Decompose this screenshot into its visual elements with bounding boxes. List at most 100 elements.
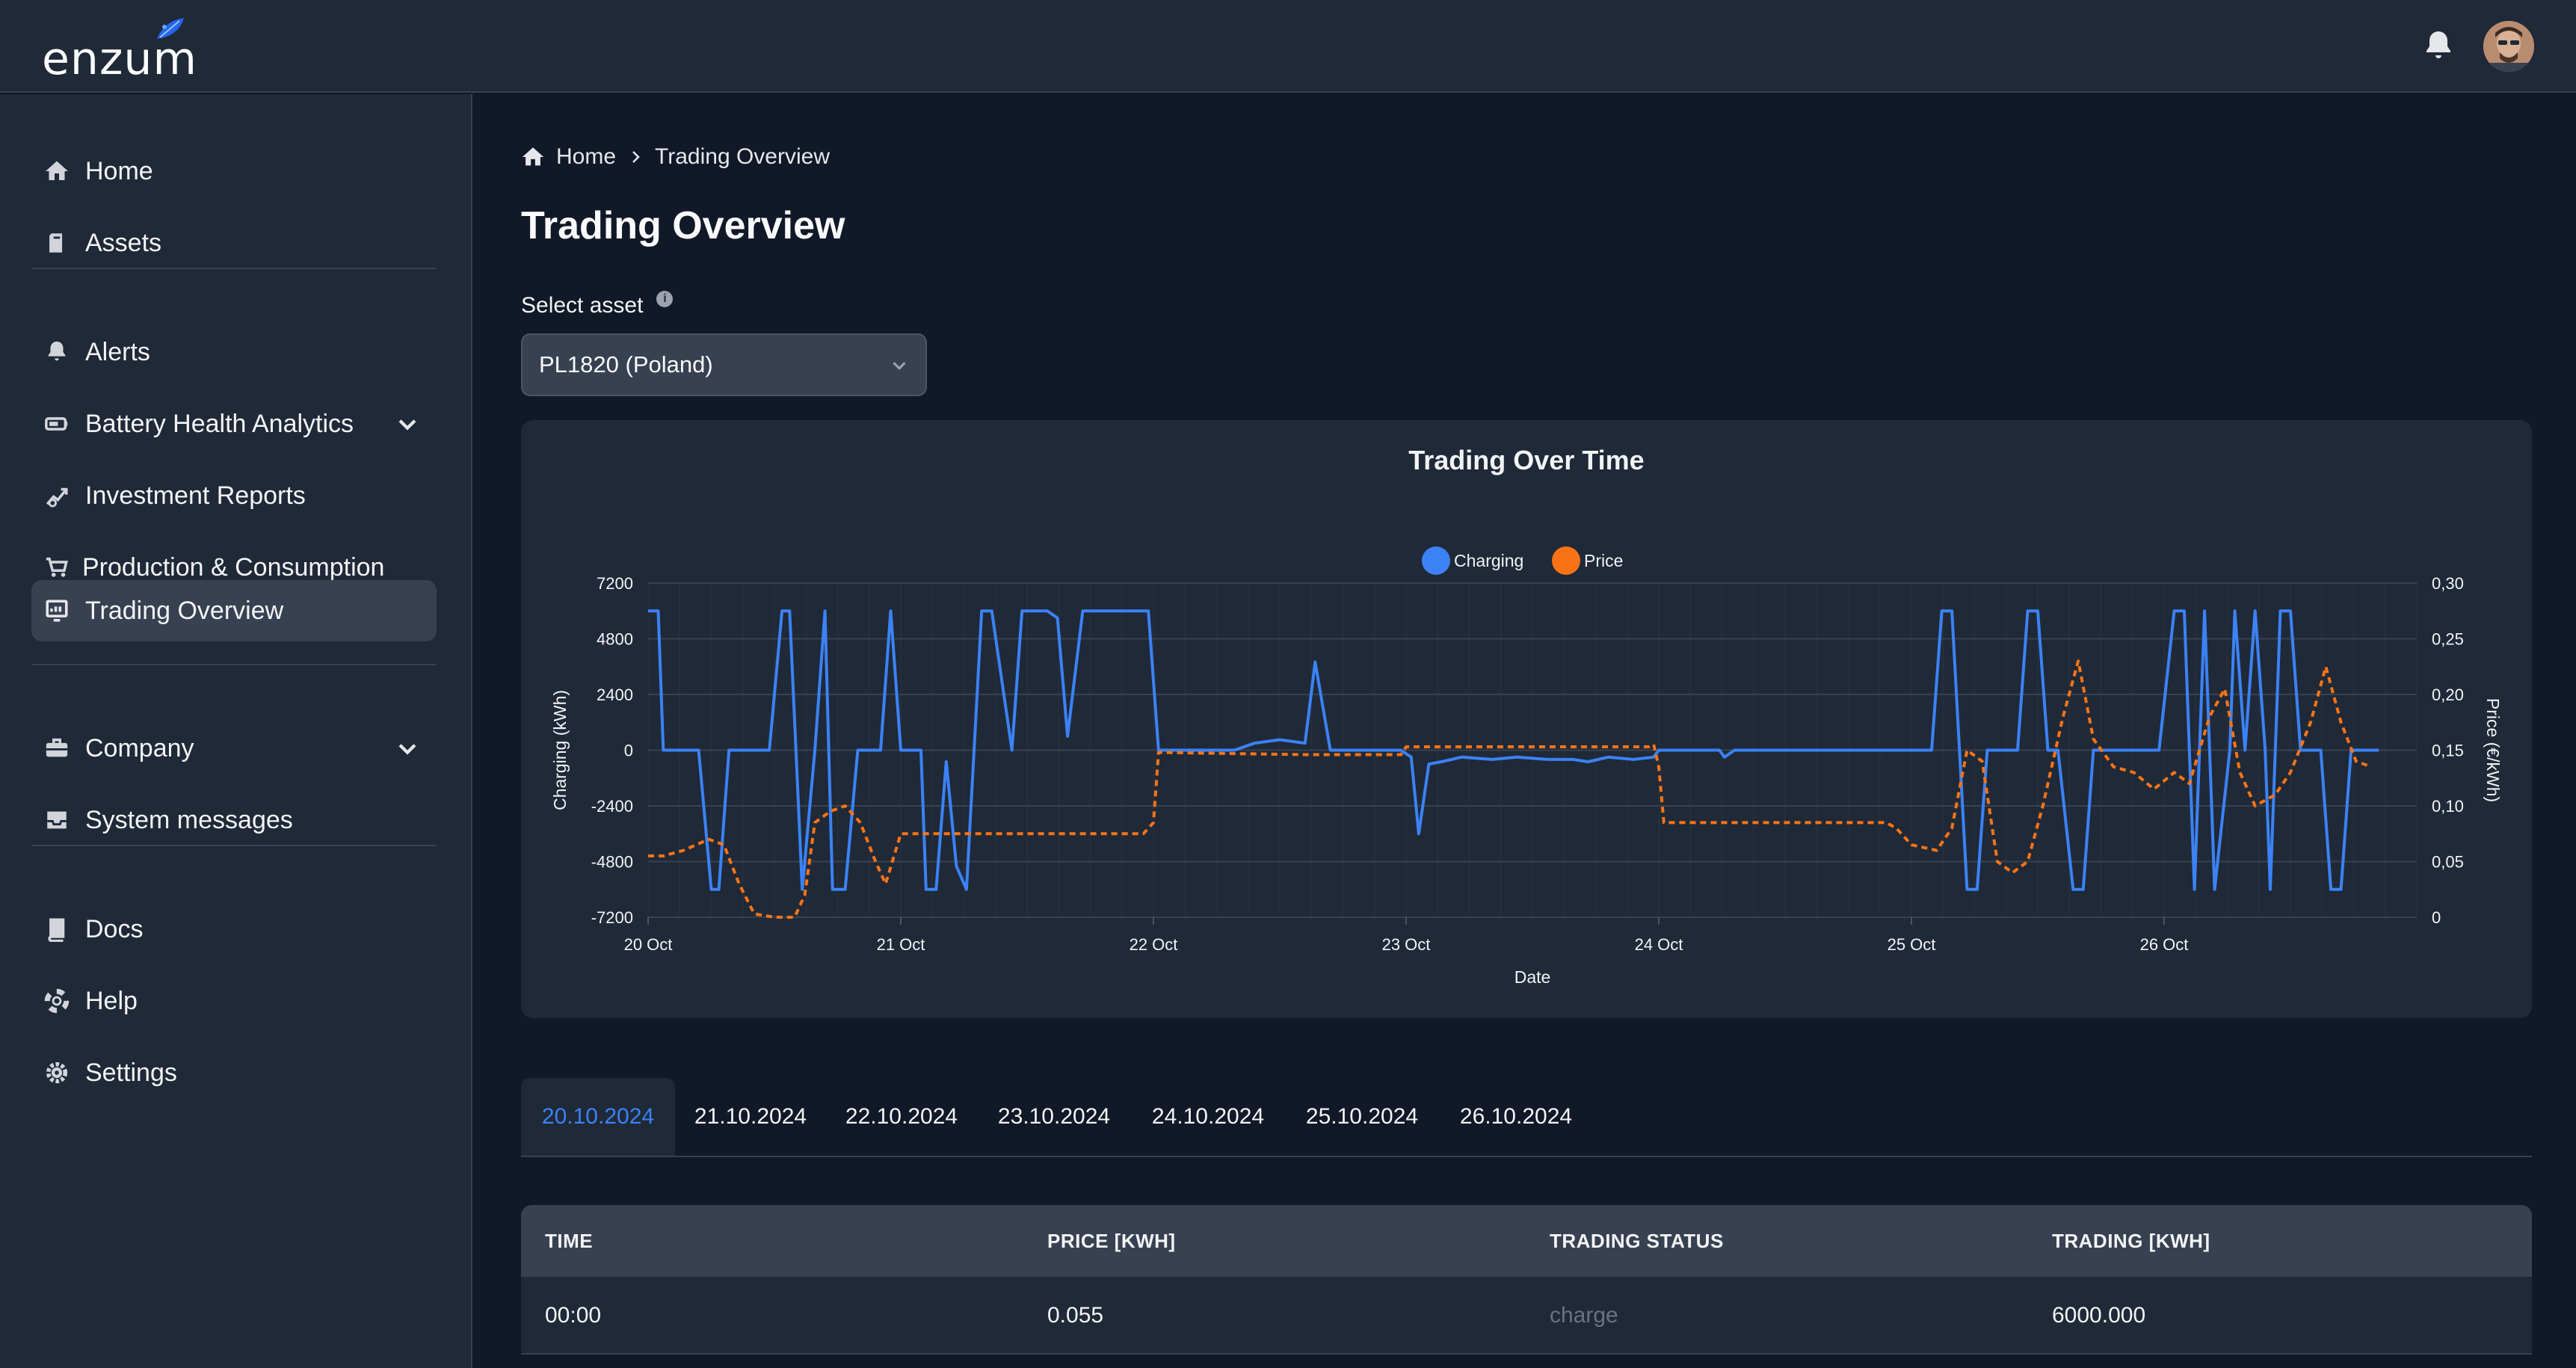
cell-trading-status: charge: [1550, 1303, 1618, 1328]
x-tick-label: 22 Oct: [1130, 935, 1178, 954]
sidebar-item-home[interactable]: Home: [31, 141, 437, 202]
asset-select-value: PL1820 (Poland): [539, 351, 713, 378]
sidebar-divider: [31, 664, 437, 665]
inbox-icon: [42, 805, 72, 835]
trading-chart-card: Trading Over Time 7200 0,30 4800 0,25 2400 0,2…: [521, 420, 2532, 1018]
sidebar-item-label: Docs: [85, 914, 144, 943]
table-header: TIME PRICE [KWH] TRADING STATUS TRADING …: [521, 1205, 2532, 1277]
legend-swatch-charging: [1422, 546, 1450, 575]
tab-date[interactable]: 22.10.2024: [826, 1078, 977, 1156]
select-asset-label: Select asset i: [521, 291, 674, 318]
tab-date[interactable]: 20.10.2024: [521, 1078, 675, 1156]
sidebar-item-label: Trading Overview: [85, 596, 284, 625]
chevron-down-icon[interactable]: [395, 411, 420, 437]
y-tick-label: -4800: [591, 853, 633, 872]
column-header-time[interactable]: TIME: [545, 1205, 593, 1277]
info-icon[interactable]: i: [656, 291, 674, 307]
y2-tick-label: 0: [2432, 908, 2441, 927]
sidebar-item-help[interactable]: Help: [31, 970, 437, 1032]
chart-title: Trading Over Time: [1408, 445, 1644, 475]
x-tick-label: 24 Oct: [1635, 935, 1683, 954]
trading-icon: [42, 596, 72, 626]
sidebar-item-label: Help: [85, 986, 138, 1015]
y-tick-label: 4800: [597, 630, 633, 649]
gear-icon: [42, 1058, 72, 1088]
series-line-price: [648, 659, 2372, 919]
chart-up-icon: [42, 481, 72, 511]
trading-chart: Trading Over Time 7200 0,30 4800 0,25 2400 0,2…: [550, 445, 2503, 987]
user-avatar[interactable]: [2483, 21, 2534, 72]
sidebar-item-label: Settings: [85, 1058, 177, 1087]
cell-trading: 6000.000: [2052, 1303, 2146, 1328]
legend-label-price: Price: [1584, 551, 1623, 570]
sidebar-divider: [31, 268, 437, 269]
cell-time: 00:00: [545, 1303, 602, 1328]
y2-axis-title: Price (€/kWh): [2483, 698, 2503, 802]
y-tick-label: 7200: [597, 574, 633, 593]
x-tick-label: 20 Oct: [624, 935, 673, 954]
column-header-trading[interactable]: TRADING [KWH]: [2052, 1205, 2210, 1277]
y-axis-title: Charging (kWh): [550, 690, 570, 810]
asset-select[interactable]: PL1820 (Poland): [521, 333, 927, 396]
date-tabs: 20.10.2024 21.10.2024 22.10.2024 23.10.2…: [521, 1078, 2532, 1157]
x-tick-label: 21 Oct: [877, 935, 925, 954]
y2-tick-label: 0,15: [2432, 742, 2464, 760]
breadcrumb-current: Trading Overview: [655, 144, 830, 169]
sidebar-item-system-messages[interactable]: System messages: [31, 789, 437, 851]
chevron-down-icon[interactable]: [395, 736, 420, 761]
column-header-price[interactable]: PRICE [KWH]: [1047, 1205, 1176, 1277]
sidebar-item-alerts[interactable]: Alerts: [31, 321, 437, 383]
tab-date[interactable]: 25.10.2024: [1285, 1078, 1439, 1156]
home-icon[interactable]: [520, 144, 546, 170]
sidebar-item-label: Battery Health Analytics: [85, 409, 354, 438]
tab-date[interactable]: 21.10.2024: [675, 1078, 826, 1156]
tab-date[interactable]: 23.10.2024: [977, 1078, 1131, 1156]
sidebar-item-label: Investment Reports: [85, 481, 306, 510]
y2-tick-label: 0,10: [2432, 797, 2464, 816]
briefcase-icon: [42, 733, 72, 763]
y-tick-label: 2400: [597, 685, 633, 704]
cell-price: 0.055: [1047, 1303, 1104, 1328]
y2-tick-label: 0,20: [2432, 685, 2464, 704]
sidebar-item-label: Production & Consumption: [82, 552, 385, 582]
x-tick-label: 25 Oct: [1888, 935, 1936, 954]
sidebar-item-label: Assets: [85, 228, 162, 257]
x-axis-title: Date: [1515, 967, 1551, 987]
sidebar-item-settings[interactable]: Settings: [31, 1042, 437, 1103]
bell-icon[interactable]: [2421, 28, 2456, 64]
cart-icon: [42, 552, 72, 582]
sidebar-item-assets[interactable]: Assets: [31, 212, 437, 274]
sidebar-item-battery-health-analytics[interactable]: Battery Health Analytics: [31, 393, 437, 455]
sidebar-item-docs[interactable]: Docs: [31, 899, 437, 960]
sidebar-item-label: System messages: [85, 805, 293, 834]
breadcrumb: Home Trading Overview: [520, 142, 830, 172]
sidebar-divider: [31, 845, 437, 846]
avatar-image: [2483, 21, 2534, 72]
battery-icon: [42, 409, 72, 439]
page-title: Trading Overview: [521, 204, 845, 247]
sidebar-item-label: Alerts: [85, 337, 150, 366]
logo-leaf-icon: [157, 18, 184, 39]
breadcrumb-home-link[interactable]: Home: [556, 144, 616, 170]
sidebar-item-company[interactable]: Company: [31, 718, 437, 779]
tab-date[interactable]: 26.10.2024: [1439, 1078, 1593, 1156]
y-tick-label: -7200: [591, 908, 633, 927]
trading-table: TIME PRICE [KWH] TRADING STATUS TRADING …: [521, 1205, 2532, 1355]
tab-date[interactable]: 24.10.2024: [1131, 1078, 1285, 1156]
x-tick-label: 23 Oct: [1382, 935, 1431, 954]
sidebar-item-trading-overview[interactable]: Trading Overview: [31, 580, 437, 641]
y2-tick-label: 0,05: [2432, 853, 2464, 872]
y-tick-label: -2400: [591, 797, 633, 816]
legend-swatch-price: [1552, 546, 1580, 575]
x-tick-label: 26 Oct: [2140, 935, 2189, 954]
sidebar-item-investment-reports[interactable]: Investment Reports: [31, 465, 437, 526]
assets-icon: [42, 228, 72, 258]
chevron-down-icon: [893, 362, 906, 370]
sidebar: Home Assets Alerts Battery Health Analyt…: [0, 94, 472, 1368]
column-header-trading-status[interactable]: TRADING STATUS: [1550, 1205, 1724, 1277]
legend-label-charging: Charging: [1454, 551, 1523, 570]
top-bar: enzum: [0, 0, 2576, 93]
enzum-logo[interactable]: enzum: [42, 16, 197, 85]
y2-tick-label: 0,30: [2432, 574, 2464, 593]
table-row[interactable]: 00:00 0.055 charge 6000.000: [521, 1277, 2532, 1355]
